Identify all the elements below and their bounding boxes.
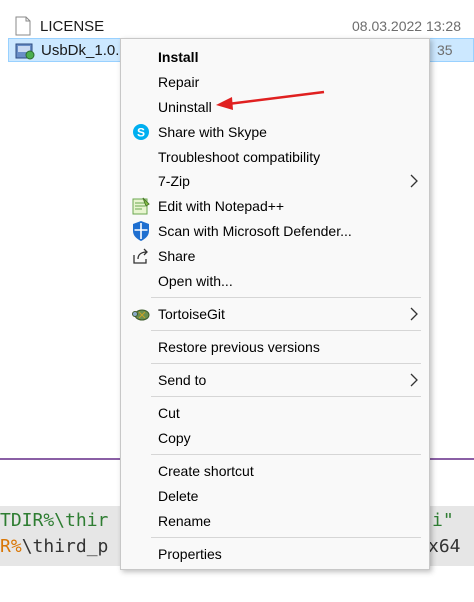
annotation-arrow-icon xyxy=(216,90,325,110)
